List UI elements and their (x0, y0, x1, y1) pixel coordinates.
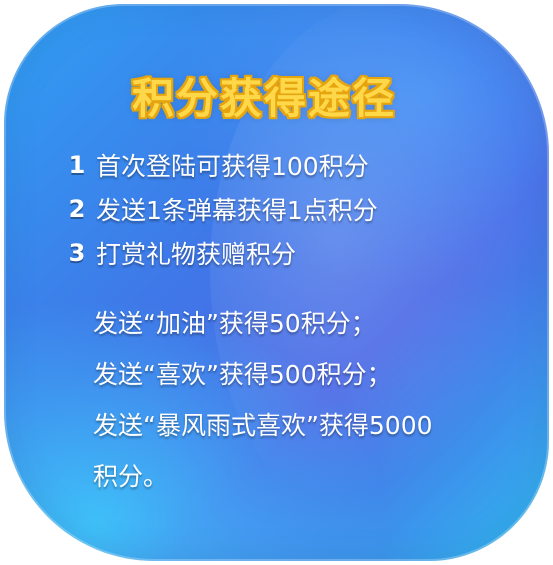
item-number: 2 (68, 195, 86, 223)
list-item: 3 打赏礼物获赠积分 (62, 233, 522, 273)
list-item: 2 发送1条弹幕获得1点积分 (62, 189, 522, 229)
detail-line: 发送“喜欢”获得500积分； (93, 360, 392, 389)
item-text: 发送1条弹幕获得1点积分 (96, 196, 378, 225)
detail-line: 积分。 (93, 462, 169, 491)
item-number: 3 (68, 239, 86, 267)
list-item: 1 首次登陆可获得100积分 (62, 145, 522, 185)
item-number: 1 (68, 151, 86, 179)
detail-line: 发送“暴风雨式喜欢”获得5000 (93, 411, 433, 440)
item-text: 首次登陆可获得100积分 (96, 152, 369, 181)
page-title: 积分获得途径 (132, 74, 397, 123)
points-method-list: 1 首次登陆可获得100积分 2 发送1条弹幕获得1点积分 3 打赏礼物获赠积分 (62, 145, 522, 277)
points-details: 发送“加油”获得50积分； 发送“喜欢”获得500积分； 发送“暴风雨式喜欢”获… (93, 298, 523, 502)
points-info-canvas: 积分获得途径 1 首次登陆可获得100积分 2 发送1条弹幕获得1点积分 3 打… (0, 0, 553, 565)
item-text: 打赏礼物获赠积分 (96, 240, 297, 269)
detail-line: 发送“加油”获得50积分； (93, 309, 376, 338)
